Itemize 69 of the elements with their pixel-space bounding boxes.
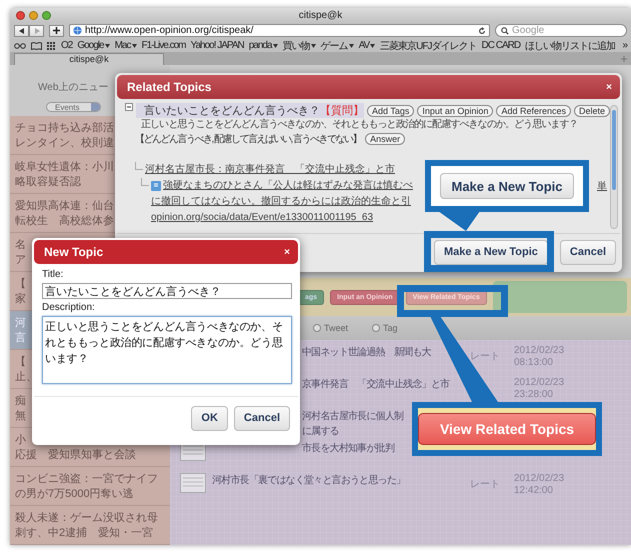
right-triangle-icon bbox=[34, 28, 40, 34]
dropdown-icon bbox=[370, 44, 376, 48]
collapse-icon[interactable] bbox=[125, 103, 133, 111]
field-label: Title: bbox=[42, 269, 64, 280]
topic-action-button[interactable]: Add References bbox=[496, 104, 571, 116]
back-button[interactable] bbox=[14, 24, 29, 36]
scrollbar[interactable] bbox=[610, 105, 618, 229]
bookmark-item[interactable]: DC CARD bbox=[482, 40, 520, 51]
dialog-button[interactable]: OK bbox=[191, 406, 228, 430]
bookmark-item[interactable]: 三菱東京UFJダイレクト bbox=[380, 38, 477, 52]
globe-icon bbox=[73, 26, 82, 35]
more-bookmarks-button[interactable]: » bbox=[622, 40, 627, 51]
window-title: citispe@k bbox=[298, 10, 344, 20]
bookmark-item[interactable]: AV bbox=[358, 40, 376, 51]
glasses-icon[interactable] bbox=[14, 42, 26, 49]
topic-action-button[interactable]: Input an Opinion bbox=[417, 104, 494, 116]
bookmark-item[interactable]: Yahoo! JAPAN bbox=[190, 40, 244, 51]
bookmark-item[interactable]: F1-Live.com bbox=[142, 40, 186, 51]
related-link[interactable]: 単 bbox=[597, 179, 607, 193]
dialog-button[interactable]: Cancel bbox=[234, 406, 290, 430]
description-field[interactable]: 正しいと思うことをどんどん言うべきなのか、それとももっと政治的に配慮すべきなのか。どう思います？ bbox=[42, 316, 292, 384]
dropdown-icon bbox=[104, 44, 110, 48]
browser-tab[interactable]: citispe@k bbox=[14, 53, 164, 65]
bookmark-item[interactable]: Google bbox=[77, 40, 110, 51]
address-field[interactable]: http://www.open-opinion.org/citispeak/ bbox=[69, 24, 490, 37]
timestamp: 2012/02/23 08:13:00 bbox=[514, 345, 566, 369]
topic-action-button[interactable]: Delete bbox=[574, 104, 610, 116]
timestamp: 2012/02/23 12:42:00 bbox=[514, 473, 566, 497]
radio-dot[interactable] bbox=[372, 324, 380, 332]
bookmark-item[interactable]: ゲーム bbox=[320, 38, 354, 52]
dropdown-icon bbox=[132, 44, 136, 48]
bookmark-item[interactable]: 買い物 bbox=[282, 38, 316, 52]
dialog-button[interactable]: Cancel bbox=[560, 240, 616, 264]
bookmark-item[interactable]: panda bbox=[248, 40, 278, 51]
close-button[interactable]: × bbox=[606, 82, 612, 92]
dialog-button[interactable]: Make a New Topic bbox=[434, 240, 548, 264]
rating-label: レート bbox=[470, 478, 501, 491]
answer-button[interactable]: Answer bbox=[365, 133, 406, 145]
bookmark-item[interactable]: Mac bbox=[114, 40, 136, 51]
reload-icon[interactable] bbox=[478, 26, 486, 34]
zoom-button[interactable] bbox=[42, 10, 51, 20]
topic-title: 言いたいことをどんどん言うべき？【質問】 bbox=[136, 103, 364, 118]
plus-icon bbox=[53, 27, 60, 34]
news-title[interactable]: 河村市長「裏ではなく堂々と言おうと思った」 bbox=[212, 473, 470, 488]
topic-action-button[interactable]: Add Tags bbox=[367, 104, 414, 116]
bookmark-item[interactable]: O2 bbox=[61, 40, 72, 51]
minimize-button[interactable] bbox=[29, 10, 38, 20]
rating-label: レート bbox=[470, 350, 501, 363]
title-field[interactable]: 言いたいことをどんどん言うべき？ bbox=[42, 283, 292, 299]
dropdown-icon bbox=[272, 44, 278, 48]
dialog-title: New Topic bbox=[44, 245, 104, 259]
add-bookmark-button[interactable] bbox=[49, 24, 64, 36]
dropdown-icon bbox=[310, 44, 316, 48]
callout-button[interactable]: Make a New Topic bbox=[440, 173, 574, 199]
close-button[interactable]: × bbox=[284, 246, 290, 258]
dropdown-icon bbox=[348, 44, 354, 48]
dialog-title: Related Topics bbox=[127, 80, 212, 94]
search-icon bbox=[501, 26, 509, 34]
field-label: Description: bbox=[42, 302, 96, 313]
book-icon[interactable] bbox=[31, 42, 42, 50]
left-triangle-icon bbox=[18, 28, 24, 34]
timestamp: 2012/02/23 23:28:00 bbox=[514, 377, 566, 401]
filter-select[interactable]: Events bbox=[46, 102, 101, 112]
opinion-icon bbox=[151, 181, 161, 191]
radio-dot[interactable] bbox=[313, 324, 321, 332]
close-button[interactable] bbox=[16, 10, 25, 20]
bookmark-item[interactable]: ほしい物リストに追加 bbox=[525, 38, 616, 52]
grid-icon[interactable] bbox=[47, 42, 56, 50]
sidebar-heading: Web上のニュー bbox=[38, 80, 108, 94]
